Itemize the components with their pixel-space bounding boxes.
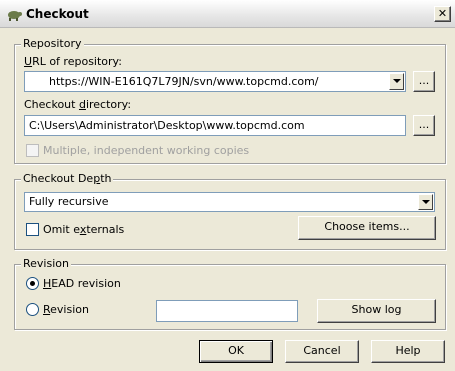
depth-selected-value: Fully recursive: [29, 195, 109, 208]
depth-group-label: Checkout Depth: [21, 172, 114, 185]
multiple-checkbox[interactable]: [26, 144, 39, 157]
depth-dropdown-arrow-icon[interactable]: [418, 194, 433, 210]
help-button[interactable]: Help: [371, 340, 445, 363]
title-bar[interactable]: Checkout ✕: [0, 0, 455, 28]
checkout-dir-value: C:\Users\Administrator\Desktop\www.topcm…: [29, 119, 305, 132]
revision-label: Revision: [43, 303, 89, 316]
cancel-button[interactable]: Cancel: [285, 340, 359, 363]
checkout-dir-label: Checkout directory:: [24, 98, 132, 111]
revision-radio[interactable]: [26, 303, 39, 316]
omit-externals-label: Omit externals: [43, 223, 125, 236]
repository-group-label: Repository: [21, 37, 84, 50]
ok-button[interactable]: OK: [199, 340, 273, 363]
checkout-dir-input[interactable]: C:\Users\Administrator\Desktop\www.topcm…: [24, 115, 406, 136]
head-revision-label: HEAD revision: [43, 277, 121, 290]
multiple-label: Multiple, independent working copies: [43, 144, 250, 157]
head-revision-radio[interactable]: [26, 277, 39, 290]
revision-group-label: Revision: [21, 257, 71, 270]
show-log-button[interactable]: Show log: [317, 299, 436, 323]
tortoise-icon: [8, 11, 22, 21]
window-title: Checkout: [26, 7, 89, 21]
close-icon: ✕: [437, 7, 448, 20]
choose-items-button[interactable]: Choose items...: [298, 216, 436, 240]
radio-selected-dot: [30, 281, 35, 286]
close-button[interactable]: ✕: [434, 6, 451, 22]
dir-browse-button[interactable]: ...: [413, 115, 435, 136]
url-browse-button[interactable]: ...: [413, 71, 435, 92]
revision-input[interactable]: [156, 300, 298, 322]
depth-select[interactable]: Fully recursive: [24, 192, 435, 212]
url-combobox[interactable]: https://WIN-E161Q7L79JN/svn/www.topcmd.c…: [24, 71, 406, 92]
url-label: URL of repository:: [24, 55, 122, 68]
url-value: https://WIN-E161Q7L79JN/svn/www.topcmd.c…: [49, 75, 319, 88]
omit-externals-checkbox[interactable]: [26, 223, 39, 236]
url-dropdown-arrow-icon[interactable]: [389, 73, 404, 90]
